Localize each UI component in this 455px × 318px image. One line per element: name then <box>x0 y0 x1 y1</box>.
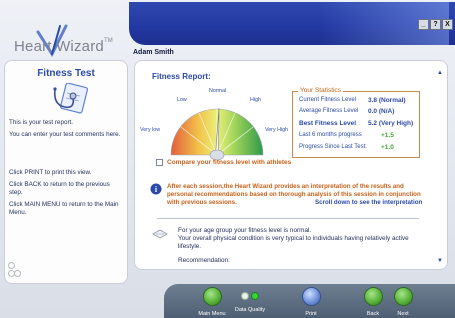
stat-best-value: 5.2 (Very High) <box>368 120 414 127</box>
print-label[interactable]: Print <box>296 311 326 317</box>
stat-six-month-label: Last 6 months progress <box>299 132 362 138</box>
refresh-icon[interactable] <box>202 287 222 306</box>
interpretation-line-2: Your overall physical condition is very … <box>178 235 409 250</box>
status-light-off <box>241 292 249 300</box>
fitness-report-panel: Fitness Report: Very low Low Normal High… <box>134 60 448 270</box>
interpretation-line-1: For your age group your fitness level is… <box>178 227 312 234</box>
stat-average-value: 0.0 (N/A) <box>368 108 395 115</box>
gauge-label-very-high: Very High <box>265 127 288 133</box>
footer-toolbar: Main Menu Data Quality Print Back Next <box>164 284 455 318</box>
dot <box>14 270 21 277</box>
compare-athletes-label[interactable]: Compare your fitness level with athletes <box>167 159 291 166</box>
header-banner <box>129 2 455 45</box>
stat-best-label: Best Fitness Level <box>299 120 357 127</box>
stat-current-value: 3.8 (Normal) <box>368 97 406 104</box>
data-quality-label[interactable]: Data Quality <box>230 307 270 313</box>
arrow-left-icon[interactable] <box>363 287 383 306</box>
vertical-scrollbar[interactable]: ▲ ▼ <box>436 69 444 265</box>
info-icon: i <box>150 183 162 195</box>
stat-average-label: Average Fitness Level <box>299 108 359 114</box>
help-text-report: This is your test report. <box>9 119 74 126</box>
user-name: Adam Smith <box>133 49 174 56</box>
help-text-back: Click BACK to return to the previous ste… <box>9 181 110 196</box>
scroll-down-arrow-icon[interactable]: ▼ <box>436 257 444 265</box>
back-button[interactable]: Back <box>358 287 388 317</box>
logo-wordmark: Heart WizardTM <box>14 38 113 55</box>
main-menu-label[interactable]: Main Menu <box>194 311 230 317</box>
window-controls: _ ? X <box>418 19 453 30</box>
gauge-label-high: High <box>250 97 261 103</box>
compare-athletes-option[interactable]: Compare your fitness level with athletes <box>156 159 291 166</box>
logo-word-wizard: Wizard <box>56 38 104 55</box>
gauge-label-normal: Normal <box>209 88 226 94</box>
close-button[interactable]: X <box>442 19 453 30</box>
data-quality-indicator[interactable]: Data Quality <box>230 287 270 313</box>
interpretation-recommendation: Recommendation: <box>178 257 230 264</box>
pencil-note-icon <box>152 229 168 239</box>
stat-current-label: Current Fitness Level <box>299 97 357 103</box>
help-text-print: Click PRINT to print this view. <box>9 169 92 176</box>
stethoscope-clipboard-icon <box>53 83 88 114</box>
stat-since-last-value: +1.0 <box>381 144 394 151</box>
left-panel-title: Fitness Test <box>37 68 95 79</box>
minimize-button[interactable]: _ <box>418 19 429 30</box>
status-light-on <box>251 292 259 300</box>
left-help-panel: Fitness Test This is your test report. Y… <box>4 60 128 284</box>
gauge-label-low: Low <box>177 97 187 103</box>
logo-word-heart: Heart <box>14 38 52 55</box>
compare-athletes-checkbox[interactable] <box>156 159 163 166</box>
divider <box>157 218 419 219</box>
scroll-hint: Scroll down to see the interpretation <box>315 199 423 206</box>
stat-six-month-value: +1.5 <box>381 132 394 139</box>
statistics-box: Your Statistics Current Fitness Level 3.… <box>292 87 420 158</box>
next-label[interactable]: Next <box>388 311 418 317</box>
back-label[interactable]: Back <box>358 311 388 317</box>
help-text-main-menu: Click MAIN MENU to return to the Main Me… <box>9 201 119 216</box>
stat-since-last-label: Progress Since Last Test: <box>299 144 367 150</box>
print-button[interactable]: Print <box>296 287 326 317</box>
arrow-right-icon[interactable] <box>393 287 413 306</box>
report-title: Fitness Report: <box>152 72 211 81</box>
logo-tm: TM <box>103 38 114 44</box>
print-icon[interactable] <box>301 287 321 306</box>
fitness-gauge: Very low Low Normal High Very High <box>140 88 288 161</box>
next-button[interactable]: Next <box>388 287 418 317</box>
dot <box>8 262 15 269</box>
gauge-label-very-low: Very low <box>140 127 160 133</box>
statistics-title: Your Statistics <box>298 87 343 94</box>
status-lights-icon <box>230 292 270 300</box>
help-button[interactable]: ? <box>430 19 441 30</box>
main-menu-button[interactable]: Main Menu <box>194 287 230 317</box>
scroll-up-arrow-icon[interactable]: ▲ <box>436 69 444 77</box>
help-text-comments: You can enter your test comments here. <box>9 131 121 138</box>
app-window: Heart WizardTM _ ? X Adam Smith Fitness … <box>0 0 455 318</box>
